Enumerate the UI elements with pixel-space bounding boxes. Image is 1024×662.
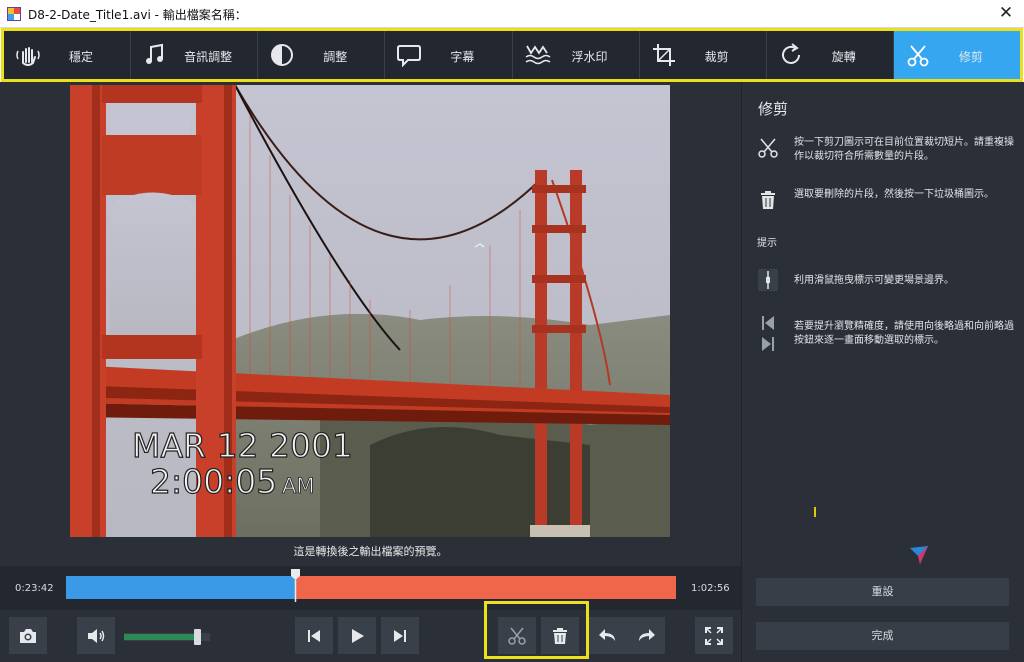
tab-adjust-label: 調整 <box>323 50 348 64</box>
playback-controls <box>0 601 741 662</box>
fullscreen-icon <box>705 626 723 645</box>
snapshot-camera-icon <box>20 628 36 643</box>
volume-fill <box>124 634 197 640</box>
volume-thumb[interactable] <box>194 629 201 645</box>
timeline-removed-segment[interactable] <box>295 576 676 599</box>
tab-crop[interactable]: 裁剪 <box>640 31 767 79</box>
preview-caption: 這是轉換後之輸出檔案的預覽。 <box>293 545 448 558</box>
reset-button[interactable]: 重設 <box>756 578 1009 606</box>
previous-frame-button[interactable] <box>295 617 333 654</box>
tab-rotate[interactable]: 旋轉 <box>767 31 894 79</box>
mute-button[interactable] <box>77 617 115 654</box>
video-time-overlay: 2:00:05 <box>150 462 277 501</box>
undo-button[interactable] <box>589 617 627 654</box>
scissors-icon <box>508 627 526 645</box>
next-frame-button[interactable] <box>381 617 419 654</box>
editing-toolbar: 穩定 音訊調整 調整 字幕 浮水印 裁剪 旋轉 修剪 <box>0 28 1024 82</box>
tab-adjust[interactable]: 調整 <box>258 31 386 79</box>
window-title: D8-2-Date_Title1.avi - 輸出檔案名稱： <box>28 8 247 22</box>
end-time: 1:02:56 <box>691 583 730 594</box>
tab-watermark-label: 浮水印 <box>571 50 608 64</box>
next-frame-icon <box>394 629 406 642</box>
trim-help-panel: 修剪 按一下剪刀圖示可在目前位置裁切短片。請重複操作以裁切符合所需數量的片段。 … <box>741 82 1024 662</box>
previous-frame-icon <box>308 629 320 642</box>
fullscreen-button[interactable] <box>695 617 733 654</box>
cut-button[interactable] <box>498 617 536 654</box>
redo-icon <box>639 628 655 641</box>
tab-crop-label: 裁剪 <box>704 50 729 64</box>
tab-stabilize-label: 穩定 <box>69 50 94 64</box>
video-ampm-overlay: AM <box>282 474 314 498</box>
volume-slider[interactable] <box>124 629 210 645</box>
snapshot-button[interactable] <box>9 617 47 654</box>
decorative-marker <box>814 507 816 517</box>
logo-watermark-icon <box>910 546 928 564</box>
video-date-overlay: MAR 12 2001 <box>132 426 353 465</box>
panel-title: 修剪 <box>758 100 789 118</box>
marker-hint-text: 利用滑鼠拖曳標示可變更場景邊界。 <box>794 275 954 286</box>
delete-help-text: 選取要刪除的片段，然後按一下垃圾桶圖示。 <box>794 189 994 200</box>
tool-tab-bar: 穩定 音訊調整 調整 字幕 浮水印 裁剪 旋轉 修剪 <box>4 31 1020 79</box>
trash-icon <box>553 627 567 644</box>
tab-audio-label: 音訊調整 <box>184 50 233 64</box>
video-preview[interactable]: MAR 12 2001 2:00:05 AM <box>70 85 670 537</box>
redo-button[interactable] <box>627 617 665 654</box>
bridge-video-frame: MAR 12 2001 2:00:05 AM <box>70 85 670 537</box>
marker-icon <box>758 269 778 291</box>
play-icon <box>352 628 364 643</box>
play-button[interactable] <box>338 617 376 654</box>
tab-stabilize[interactable]: 穩定 <box>4 31 132 79</box>
close-window-button[interactable]: ✕ <box>996 3 1016 23</box>
hints-heading: 提示 <box>757 238 777 249</box>
delete-segment-button[interactable] <box>541 617 579 654</box>
scene-boundary-marker[interactable] <box>290 568 301 602</box>
scissors-icon <box>758 138 778 158</box>
start-time: 0:23:42 <box>15 583 54 594</box>
tab-rotate-label: 旋轉 <box>831 50 856 64</box>
preview-area: MAR 12 2001 2:00:05 AM 這是轉換後之輸出檔案的預覽。 <box>0 82 741 566</box>
timeline-kept-segment[interactable] <box>66 576 295 599</box>
skip-back-forward-icon <box>762 316 774 351</box>
tab-subtitle-label: 字幕 <box>450 50 475 64</box>
app-logo-icon <box>7 7 21 21</box>
tab-subtitle[interactable]: 字幕 <box>385 31 513 79</box>
volume-icon <box>88 628 105 643</box>
tab-trim-label: 修剪 <box>958 50 983 64</box>
undo-icon <box>599 628 615 641</box>
trash-icon <box>761 191 775 209</box>
done-button[interactable]: 完成 <box>756 622 1009 650</box>
tab-audio[interactable]: 音訊調整 <box>131 31 259 79</box>
title-bar: D8-2-Date_Title1.avi - 輸出檔案名稱： ✕ <box>0 0 1024 28</box>
cut-help-text: 按一下剪刀圖示可在目前位置裁切短片。請重複操作以裁切符合所需數量的片段。 <box>794 137 1014 162</box>
trim-timeline: 0:23:42 1:02:56 <box>0 566 741 610</box>
tab-watermark[interactable]: 浮水印 <box>513 31 640 79</box>
tab-trim[interactable]: 修剪 <box>893 31 1020 79</box>
skip-hint-text: 若要提升瀏覽精確度，請使用向後略過和向前略過按鈕來逐一畫面移動選取的標示。 <box>794 321 1014 346</box>
